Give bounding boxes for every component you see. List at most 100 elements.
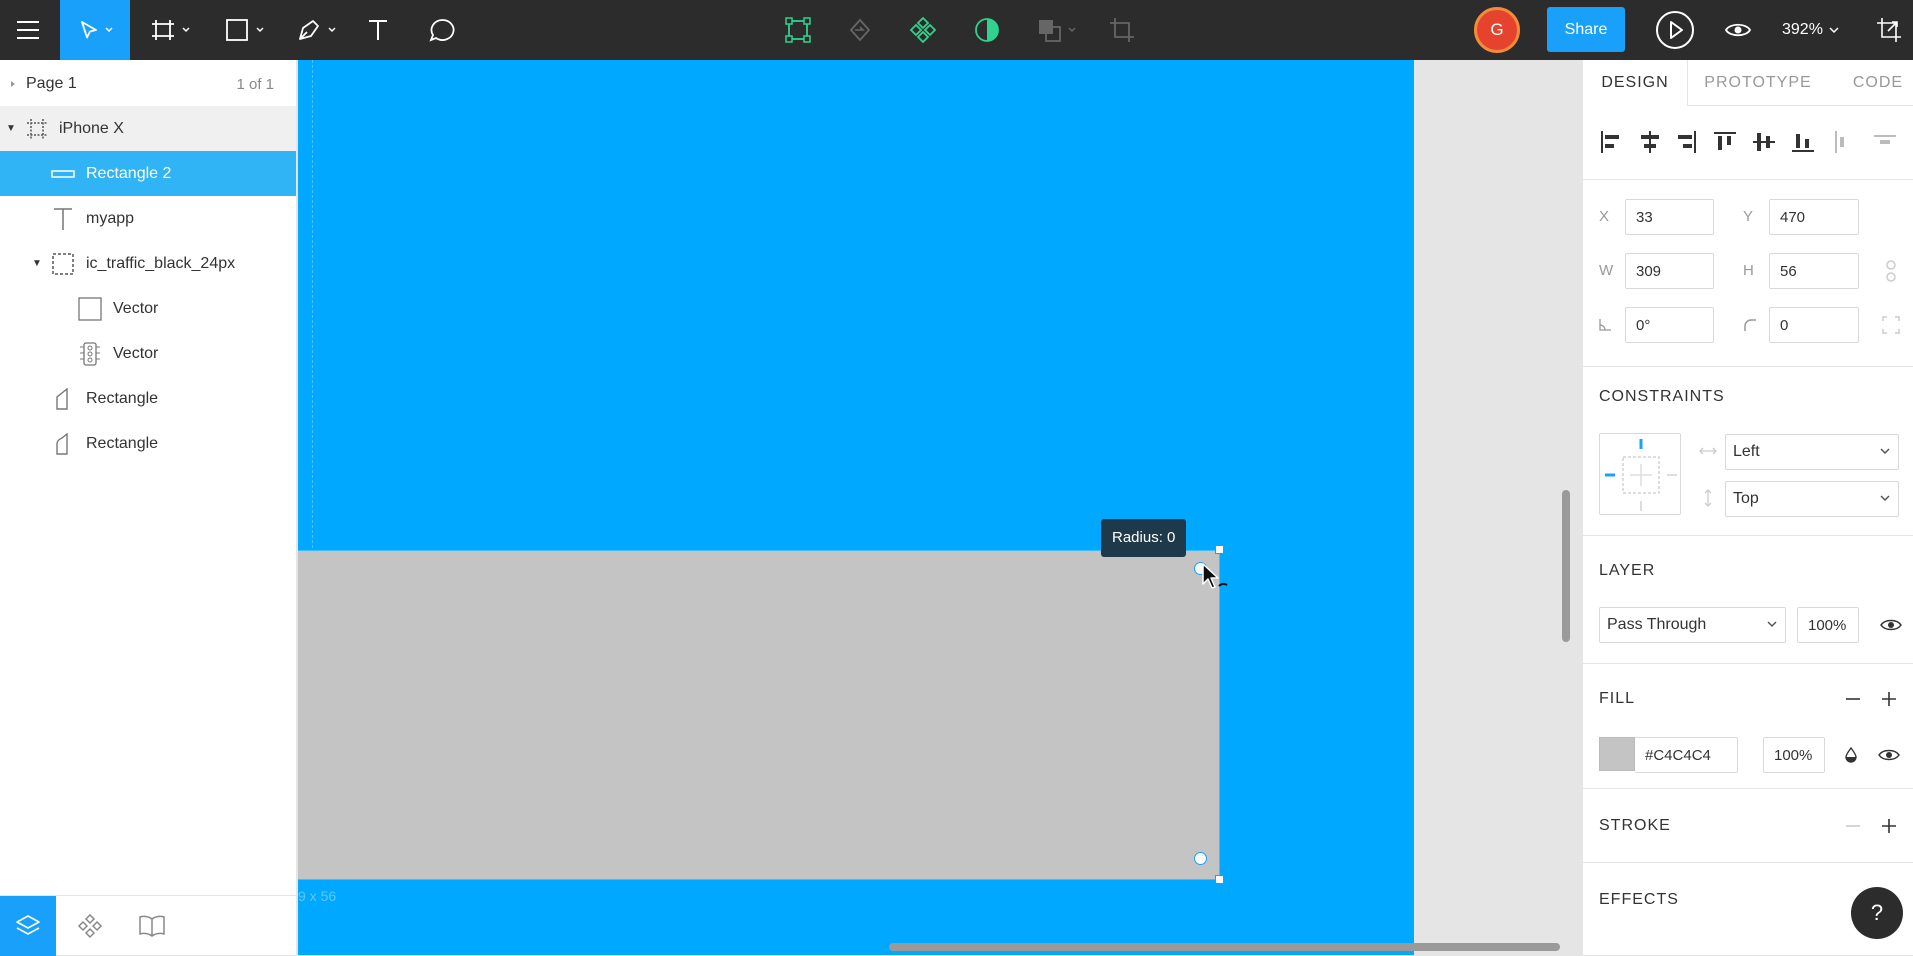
zoom-level: 392% bbox=[1782, 21, 1823, 38]
design-panel: DESIGN PROTOTYPE CODE X 33 Y 470 W 309 H… bbox=[1582, 60, 1913, 955]
pen-tool-button[interactable] bbox=[290, 0, 346, 60]
frame-icon bbox=[24, 116, 50, 142]
group-icon bbox=[50, 251, 76, 277]
corner-radius-input[interactable]: 0 bbox=[1769, 307, 1859, 343]
panel-tabs: DESIGN PROTOTYPE CODE bbox=[1583, 60, 1913, 106]
vertical-constraint-icon bbox=[1696, 486, 1720, 510]
layers-panel: Page 1 1 of 1 ▼ iPhone X Rectangle 2 mya… bbox=[0, 60, 297, 956]
x-input[interactable]: 33 bbox=[1625, 199, 1714, 235]
divider bbox=[1583, 179, 1913, 180]
layers-footer bbox=[0, 895, 296, 956]
layer-iphone-x[interactable]: ▼ iPhone X bbox=[0, 106, 296, 151]
text-icon bbox=[50, 206, 76, 232]
zoom-dropdown[interactable]: 392% bbox=[1782, 0, 1839, 60]
rectangle-tool-button[interactable] bbox=[218, 0, 274, 60]
remove-fill-icon[interactable] bbox=[1841, 687, 1865, 711]
align-bottom-icon[interactable] bbox=[1788, 127, 1818, 157]
y-label: Y bbox=[1743, 208, 1754, 225]
present-icon[interactable] bbox=[1655, 0, 1695, 60]
w-label: W bbox=[1599, 262, 1614, 279]
layer-rectangle-2[interactable]: Rectangle 2 bbox=[0, 151, 296, 196]
align-center-horizontal-icon[interactable] bbox=[1635, 127, 1665, 157]
fill-opacity-input[interactable]: 100% bbox=[1763, 737, 1825, 773]
add-fill-icon[interactable] bbox=[1877, 687, 1901, 711]
tab-code[interactable]: CODE bbox=[1833, 60, 1913, 106]
fill-blend-icon[interactable] bbox=[1839, 743, 1863, 767]
components-tab-icon[interactable] bbox=[62, 896, 118, 956]
menu-icon[interactable] bbox=[0, 0, 56, 60]
rectangle-2-shape[interactable] bbox=[298, 550, 1220, 880]
share-button[interactable]: Share bbox=[1547, 7, 1625, 52]
caret-down-icon[interactable]: ▼ bbox=[32, 258, 42, 269]
fill-title: FILL bbox=[1599, 690, 1636, 707]
layer-label: Vector bbox=[113, 344, 159, 362]
layer-rectangle[interactable]: Rectangle bbox=[0, 421, 296, 466]
height-input[interactable]: 56 bbox=[1769, 253, 1859, 289]
vector-square-icon bbox=[77, 296, 103, 322]
rotation-input[interactable]: 0° bbox=[1625, 307, 1714, 343]
radius-handle-bottom[interactable] bbox=[1194, 852, 1207, 865]
y-input[interactable]: 470 bbox=[1769, 199, 1859, 235]
vertical-scrollbar[interactable] bbox=[1562, 490, 1570, 642]
add-stroke-icon[interactable] bbox=[1877, 814, 1901, 838]
mask-icon[interactable] bbox=[969, 0, 1005, 60]
layer-visibility-eye-icon[interactable] bbox=[1879, 613, 1903, 637]
align-right-icon[interactable] bbox=[1671, 127, 1701, 157]
chevron-down-icon bbox=[1880, 448, 1890, 455]
chevron-down-icon bbox=[1767, 621, 1777, 628]
align-center-vertical-icon[interactable] bbox=[1749, 127, 1779, 157]
layer-myapp[interactable]: myapp bbox=[0, 196, 296, 241]
avatar[interactable]: G bbox=[1474, 7, 1520, 53]
frame-guide bbox=[312, 60, 313, 548]
caret-down-icon[interactable]: ▼ bbox=[6, 123, 16, 134]
horizontal-constraint-select[interactable]: Left bbox=[1725, 434, 1899, 470]
layer-vector[interactable]: Vector bbox=[0, 286, 296, 331]
remove-stroke-icon bbox=[1841, 814, 1865, 838]
resize-handle-bottom-right[interactable] bbox=[1215, 875, 1224, 884]
frame-tool-button[interactable] bbox=[144, 0, 200, 60]
edit-object-icon[interactable] bbox=[780, 0, 816, 60]
resize-handle-top-right[interactable] bbox=[1215, 545, 1224, 554]
component-icon[interactable] bbox=[905, 0, 941, 60]
blend-mode-select[interactable]: Pass Through bbox=[1599, 607, 1786, 643]
library-tab-icon[interactable] bbox=[124, 896, 180, 956]
view-eye-icon[interactable] bbox=[1722, 0, 1754, 60]
divider bbox=[1583, 535, 1913, 536]
fill-color-swatch[interactable] bbox=[1599, 737, 1635, 771]
chevron-down-icon bbox=[1829, 27, 1839, 34]
cursor-icon bbox=[1202, 563, 1228, 589]
fill-hex-input[interactable]: #C4C4C4 bbox=[1635, 737, 1738, 773]
align-left-icon[interactable] bbox=[1596, 127, 1626, 157]
layer-ic-traffic[interactable]: ▼ ic_traffic_black_24px bbox=[0, 241, 296, 286]
layer-rectangle[interactable]: Rectangle bbox=[0, 376, 296, 421]
tab-prototype[interactable]: PROTOTYPE bbox=[1693, 60, 1823, 106]
page-selector[interactable]: Page 1 1 of 1 bbox=[0, 60, 296, 108]
constrain-proportions-icon[interactable] bbox=[1879, 259, 1903, 283]
constraint-h-value: Left bbox=[1733, 443, 1760, 460]
resize-frame-icon[interactable] bbox=[1873, 0, 1905, 60]
layer-vector[interactable]: Vector bbox=[0, 331, 296, 376]
text-tool-button[interactable] bbox=[362, 0, 394, 60]
independent-corners-icon[interactable] bbox=[1879, 313, 1903, 337]
blend-mode-value: Pass Through bbox=[1607, 616, 1707, 633]
vertical-constraint-select[interactable]: Top bbox=[1725, 481, 1899, 517]
corner-radius-icon bbox=[1738, 313, 1762, 337]
tab-design[interactable]: DESIGN bbox=[1583, 60, 1688, 106]
horizontal-scrollbar[interactable] bbox=[889, 943, 1560, 951]
toolbar: G Share 392% bbox=[0, 0, 1913, 60]
canvas[interactable]: Radius: 0 9 x 56 bbox=[298, 60, 1582, 955]
layer-label: iPhone X bbox=[59, 119, 124, 137]
layer-opacity-input[interactable]: 100% bbox=[1797, 607, 1859, 643]
layers-tab-icon[interactable] bbox=[0, 896, 56, 956]
comment-tool-button[interactable] bbox=[422, 0, 462, 60]
fill-visibility-eye-icon[interactable] bbox=[1877, 743, 1901, 767]
divider bbox=[1583, 663, 1913, 664]
effects-title: EFFECTS bbox=[1599, 891, 1679, 908]
page-count: 1 of 1 bbox=[236, 75, 274, 93]
width-input[interactable]: 309 bbox=[1625, 253, 1714, 289]
move-tool-button[interactable] bbox=[60, 0, 130, 60]
constraint-widget[interactable] bbox=[1599, 433, 1681, 515]
align-top-icon[interactable] bbox=[1710, 127, 1740, 157]
page-name: Page 1 bbox=[26, 75, 77, 92]
help-button[interactable]: ? bbox=[1851, 887, 1903, 939]
